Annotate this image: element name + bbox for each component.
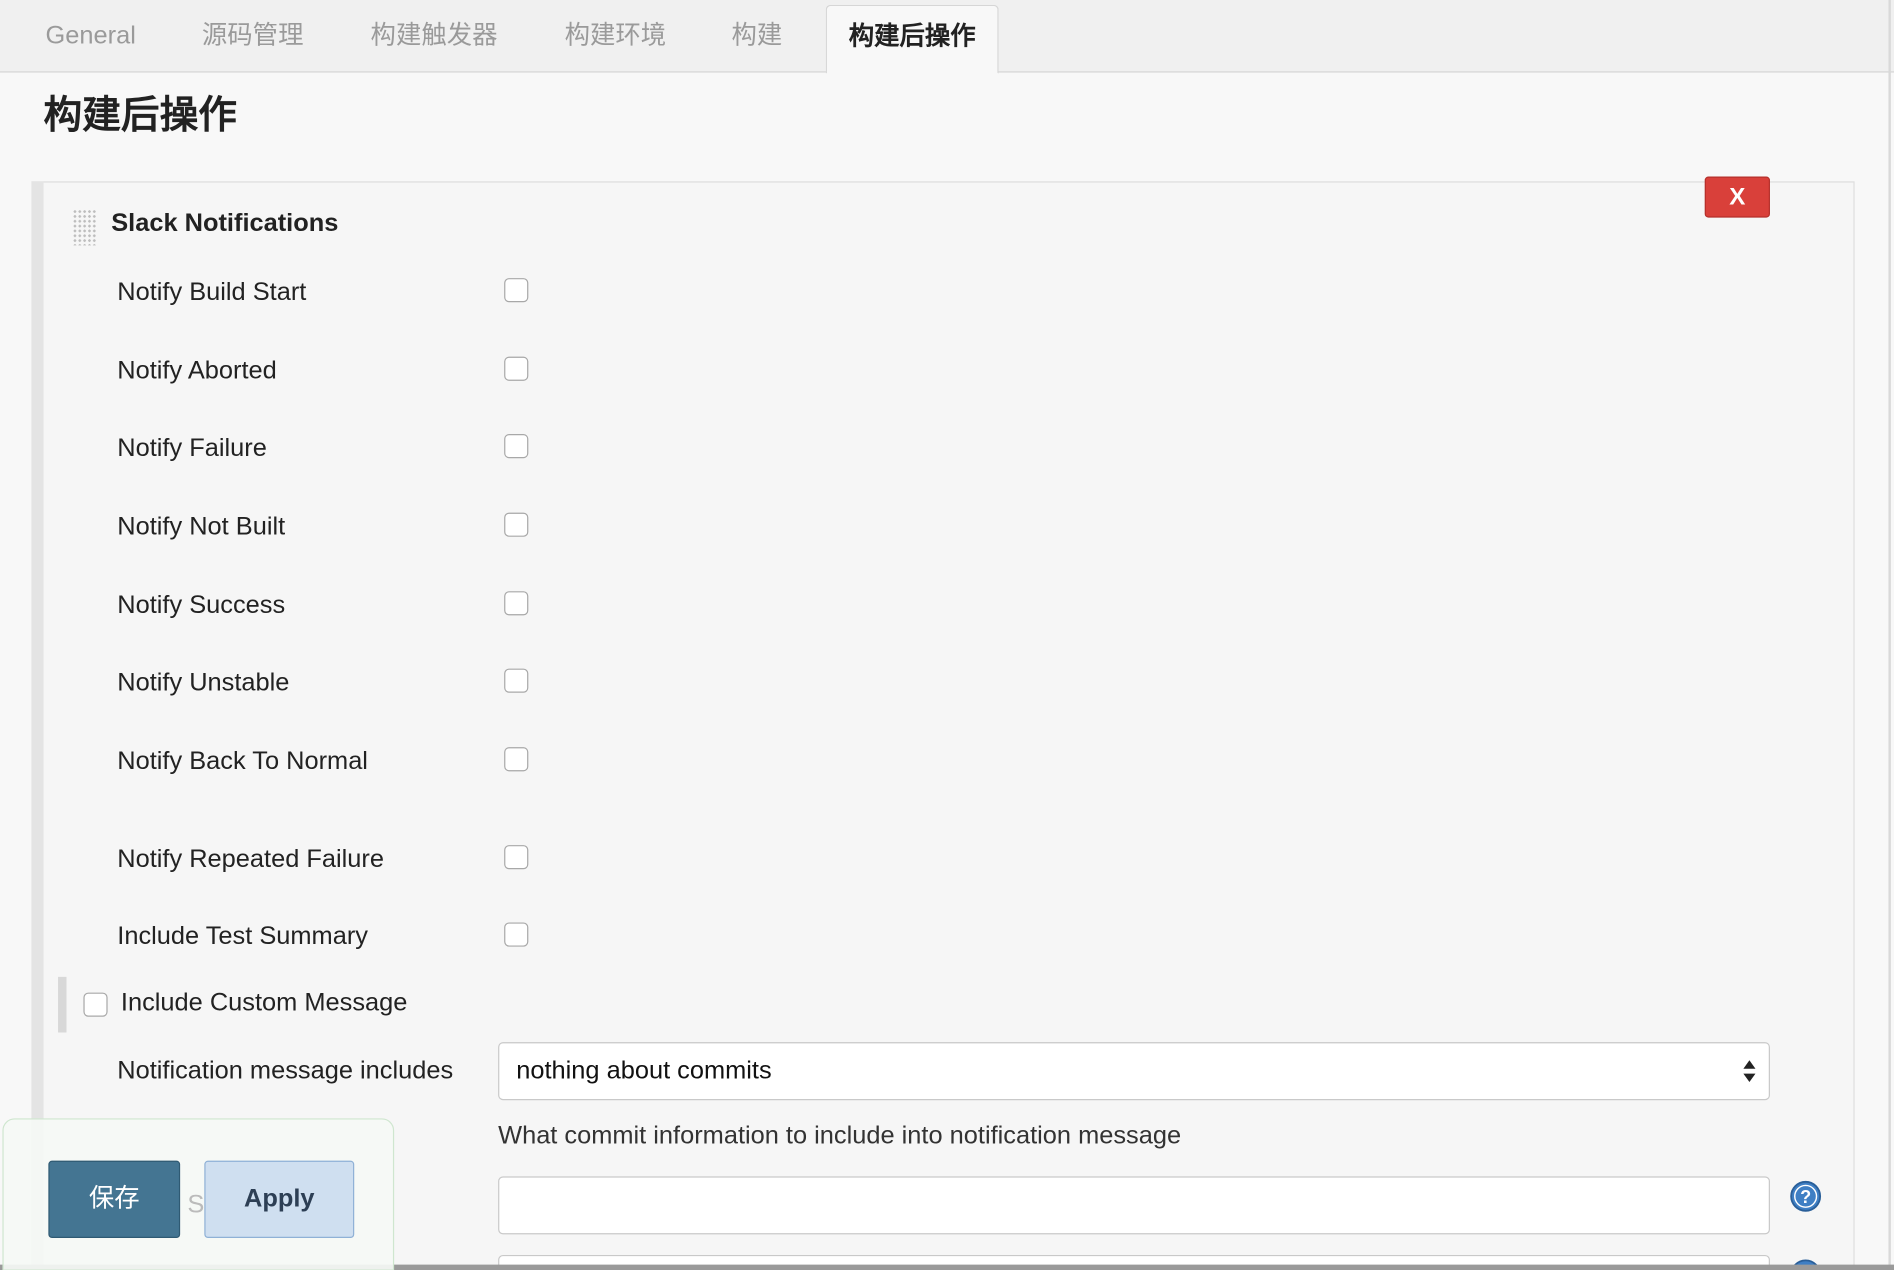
notification-message-includes-label: Notification message includes bbox=[117, 1056, 454, 1085]
page-title: 构建后操作 bbox=[43, 93, 237, 137]
custom-message-section-bar bbox=[58, 976, 67, 1033]
plugin-title: Slack Notifications bbox=[111, 209, 339, 237]
jenkins-config-page: General 源码管理 构建触发器 构建环境 构建 构建后操作 构建后操作 X… bbox=[0, 0, 1894, 1270]
notify-not-built-label: Notify Not Built bbox=[117, 512, 286, 541]
include-custom-message-checkbox[interactable] bbox=[83, 992, 108, 1017]
message-includes-help-text: What commit information to include into … bbox=[498, 1121, 1182, 1150]
notify-aborted-checkbox[interactable] bbox=[504, 356, 529, 381]
remove-step-button[interactable]: X bbox=[1704, 176, 1770, 218]
notification-message-includes-select[interactable]: nothing about commits bbox=[498, 1042, 1770, 1101]
select-value: nothing about commits bbox=[516, 1056, 772, 1085]
include-custom-message-label: Include Custom Message bbox=[120, 988, 408, 1017]
page-right-border bbox=[1888, 0, 1891, 1270]
tab-scm[interactable]: 源码管理 bbox=[181, 5, 324, 73]
notify-repeated-failure-label: Notify Repeated Failure bbox=[117, 845, 385, 873]
save-button[interactable]: 保存 bbox=[48, 1160, 181, 1239]
select-arrows-icon bbox=[1743, 1060, 1756, 1083]
notify-success-checkbox[interactable] bbox=[504, 591, 529, 616]
drag-handle-icon[interactable] bbox=[72, 209, 97, 246]
include-test-summary-checkbox[interactable] bbox=[504, 922, 529, 947]
notify-aborted-label: Notify Aborted bbox=[117, 356, 277, 385]
notify-back-to-normal-label: Notify Back To Normal bbox=[117, 747, 368, 775]
tab-general[interactable]: General bbox=[24, 5, 157, 73]
tab-build-environment[interactable]: 构建环境 bbox=[544, 5, 687, 73]
tab-post-build-actions[interactable]: 构建后操作 bbox=[825, 4, 999, 74]
notify-back-to-normal-checkbox[interactable] bbox=[504, 747, 529, 772]
help-icon[interactable]: ? bbox=[1789, 1180, 1822, 1213]
notify-build-start-checkbox[interactable] bbox=[504, 278, 529, 303]
notify-failure-checkbox[interactable] bbox=[504, 434, 529, 459]
config-tab-bar: General 源码管理 构建触发器 构建环境 构建 构建后操作 bbox=[0, 0, 1894, 74]
notify-build-start-label: Notify Build Start bbox=[117, 278, 307, 306]
slack-notifications-panel bbox=[31, 181, 1855, 1270]
ghost-text: S bbox=[187, 1190, 205, 1219]
tab-build-triggers[interactable]: 构建触发器 bbox=[351, 5, 518, 73]
custom-message-input[interactable] bbox=[498, 1176, 1770, 1235]
include-test-summary-label: Include Test Summary bbox=[117, 922, 368, 951]
notify-not-built-checkbox[interactable] bbox=[504, 512, 529, 537]
svg-text:?: ? bbox=[1800, 1187, 1811, 1207]
tab-build[interactable]: 构建 bbox=[713, 5, 800, 73]
notify-repeated-failure-checkbox[interactable] bbox=[504, 845, 529, 870]
notify-success-label: Notify Success bbox=[117, 591, 286, 620]
notify-unstable-label: Notify Unstable bbox=[117, 668, 290, 697]
panel-left-rail bbox=[31, 181, 44, 1270]
notify-failure-label: Notify Failure bbox=[117, 434, 267, 462]
apply-button[interactable]: Apply bbox=[204, 1160, 355, 1239]
notify-unstable-checkbox[interactable] bbox=[504, 668, 529, 693]
